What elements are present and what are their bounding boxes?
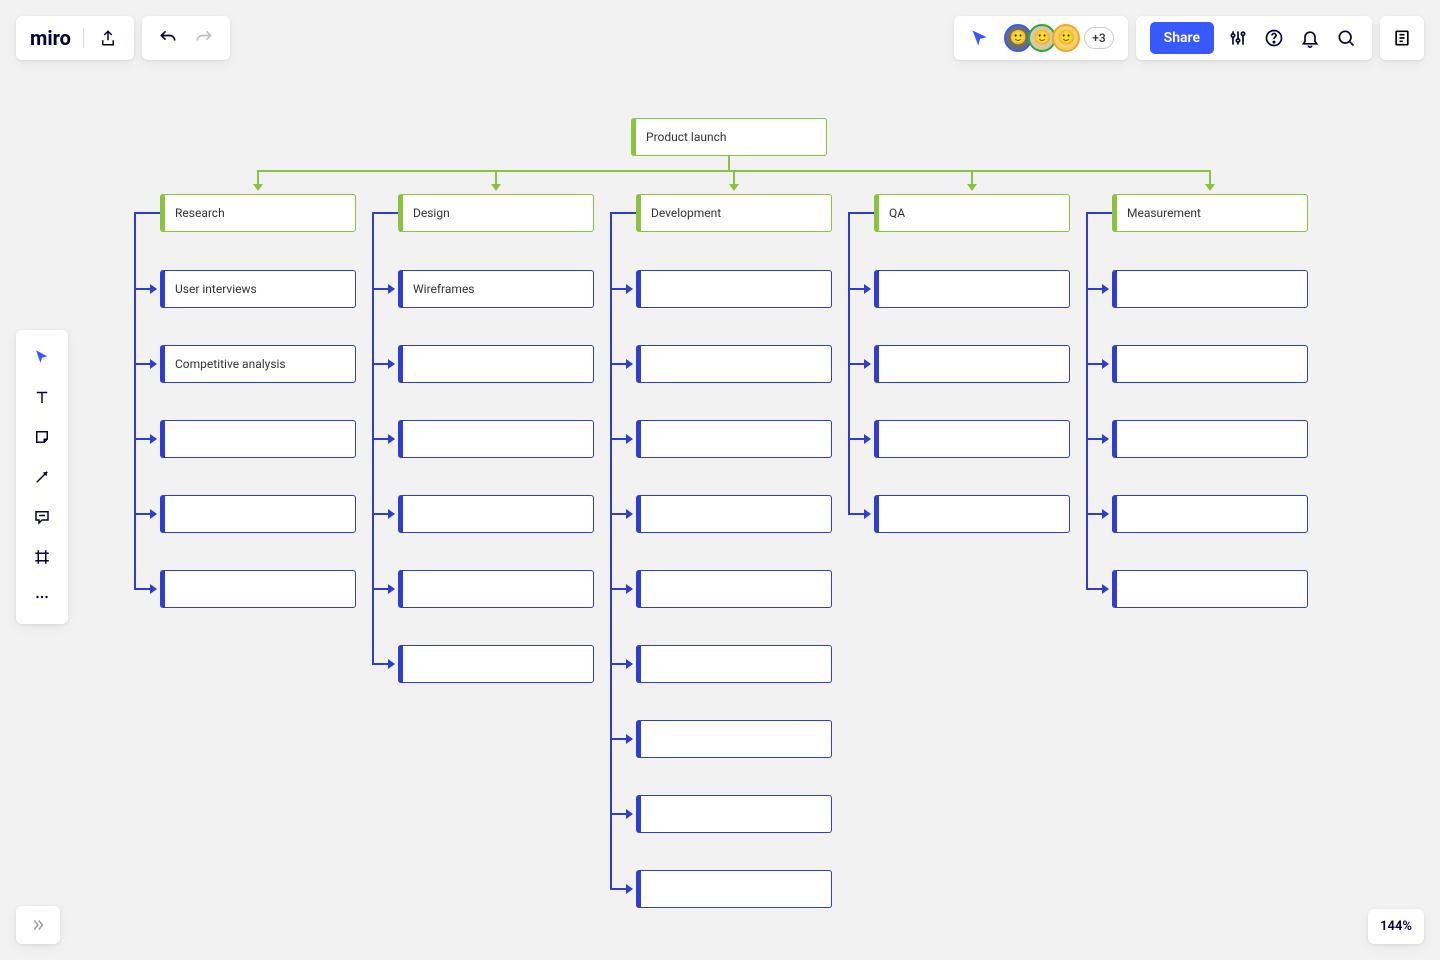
category-node[interactable]: Measurement bbox=[1112, 194, 1308, 232]
item-node[interactable] bbox=[398, 645, 594, 683]
item-node[interactable] bbox=[874, 420, 1070, 458]
category-label: Development bbox=[651, 206, 721, 220]
item-node[interactable] bbox=[1112, 570, 1308, 608]
canvas[interactable]: Product launch Research User interviews Com… bbox=[0, 0, 1440, 960]
item-node[interactable] bbox=[398, 495, 594, 533]
root-label: Product launch bbox=[646, 130, 727, 144]
item-node[interactable] bbox=[398, 570, 594, 608]
category-label: Design bbox=[413, 206, 450, 220]
item-node[interactable] bbox=[636, 345, 832, 383]
item-label: Wireframes bbox=[413, 282, 475, 296]
category-node[interactable]: Research bbox=[160, 194, 356, 232]
item-node[interactable] bbox=[636, 270, 832, 308]
item-node[interactable] bbox=[874, 495, 1070, 533]
item-node[interactable] bbox=[160, 570, 356, 608]
item-node[interactable] bbox=[874, 270, 1070, 308]
item-label: Competitive analysis bbox=[175, 357, 286, 371]
item-node[interactable] bbox=[160, 420, 356, 458]
item-node[interactable] bbox=[874, 345, 1070, 383]
category-node[interactable]: Development bbox=[636, 194, 832, 232]
item-node[interactable]: User interviews bbox=[160, 270, 356, 308]
category-label: Measurement bbox=[1127, 206, 1201, 220]
category-label: QA bbox=[889, 206, 905, 220]
item-node[interactable] bbox=[636, 495, 832, 533]
item-node[interactable] bbox=[1112, 345, 1308, 383]
item-node[interactable] bbox=[636, 720, 832, 758]
category-node[interactable]: Design bbox=[398, 194, 594, 232]
item-node[interactable] bbox=[160, 495, 356, 533]
item-node[interactable] bbox=[636, 870, 832, 908]
item-node[interactable] bbox=[1112, 420, 1308, 458]
item-node[interactable] bbox=[1112, 495, 1308, 533]
item-node[interactable] bbox=[398, 345, 594, 383]
item-node[interactable] bbox=[1112, 270, 1308, 308]
category-node[interactable]: QA bbox=[874, 194, 1070, 232]
item-node[interactable] bbox=[636, 795, 832, 833]
category-label: Research bbox=[175, 206, 225, 220]
item-node[interactable]: Wireframes bbox=[398, 270, 594, 308]
item-node[interactable] bbox=[636, 570, 832, 608]
item-node[interactable] bbox=[398, 420, 594, 458]
root-node[interactable]: Product launch bbox=[631, 118, 827, 156]
item-node[interactable] bbox=[636, 645, 832, 683]
item-label: User interviews bbox=[175, 282, 257, 296]
item-node[interactable]: Competitive analysis bbox=[160, 345, 356, 383]
item-node[interactable] bbox=[636, 420, 832, 458]
